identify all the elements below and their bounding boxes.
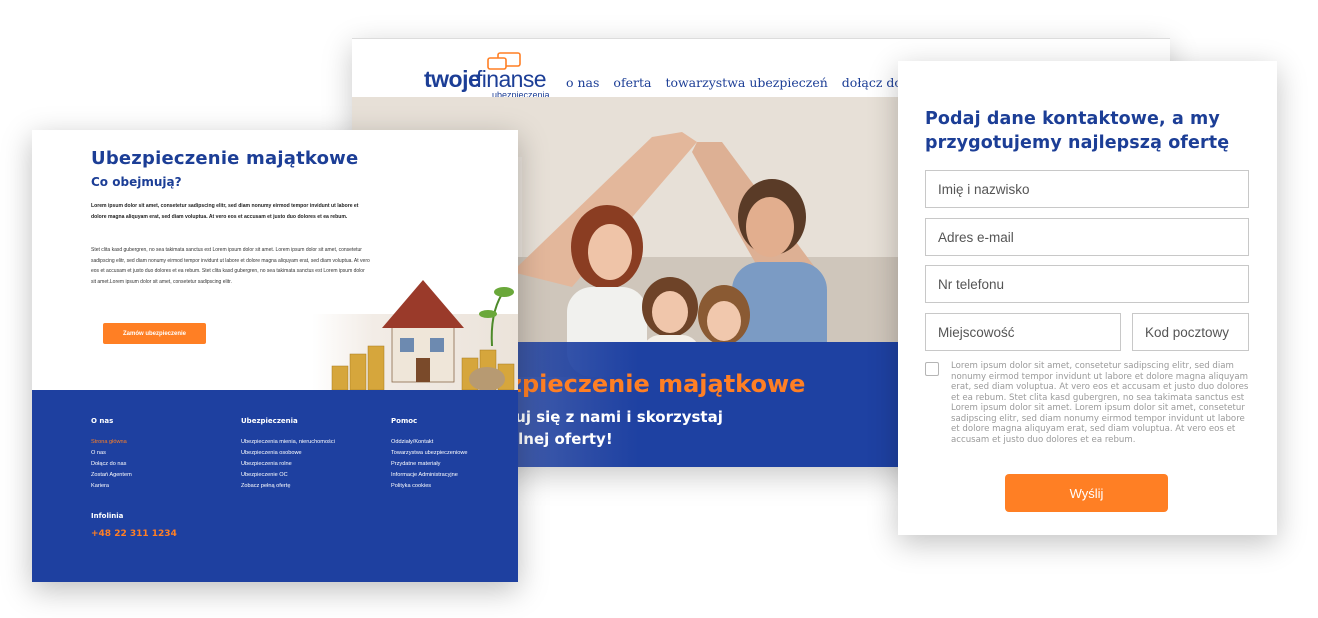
consent-checkbox[interactable] [925,362,939,376]
footer-link[interactable]: Oddziały/Kontakt [391,437,468,448]
order-insurance-button[interactable]: Zamów ubezpieczenie [103,323,206,344]
house-coins-illustration [312,280,518,390]
footer-heading: O nas [91,417,114,425]
form-title: Podaj dane kontaktowe, a my przygotujemy… [925,109,1230,153]
footer-column-ubezpieczenia: Ubezpieczenia Ubezpieczenia mienia, nier… [241,417,335,492]
nav-item-oferta[interactable]: oferta [613,75,651,90]
consent-text: Lorem ipsum dolor sit amet, consetetur s… [951,361,1249,445]
lead-paragraph: Lorem ipsum dolor sit amet, consetetur s… [91,203,359,220]
hotline-phone[interactable]: +48 22 311 1234 [91,529,177,539]
footer: O nas Strona główna O nas Dołącz do nas … [32,390,518,582]
submit-button[interactable]: Wyślij [1005,474,1168,512]
footer-link[interactable]: Strona główna [91,437,132,448]
contact-form-mockup: Podaj dane kontaktowe, a my przygotujemy… [898,61,1277,535]
logo-text-light: finanse [476,66,547,92]
city-input[interactable] [925,313,1121,351]
footer-link[interactable]: Towarzystwa ubezpieczeniowe [391,448,468,459]
logo-text-strong: twoje [424,66,481,92]
footer-column-o-nas: O nas Strona główna O nas Dołącz do nas … [91,417,132,492]
footer-link[interactable]: Ubezpieczenia rolne [241,459,335,470]
nav-item-towarzystwa[interactable]: towarzystwa ubezpieczeń [665,75,827,90]
hero-subtitle-line2: alnej oferty! [508,430,613,448]
footer-link[interactable]: Zobacz pełną ofertę [241,481,335,492]
footer-link[interactable]: Polityka cookies [391,481,468,492]
section-subtitle: Co obejmują? [91,175,182,189]
logo[interactable]: twoje finanse ubezpieczenia [424,51,554,100]
footer-heading: Pomoc [391,417,418,425]
footer-link[interactable]: Przydatne materiały [391,459,468,470]
hero-subtitle: tuj się z nami i skorzystaj alnej oferty… [508,406,723,450]
footer-link[interactable]: Zostań Agentem [91,470,132,481]
zip-code-input[interactable] [1132,313,1249,351]
footer-link[interactable]: Informacje Administracyjne [391,470,468,481]
footer-link[interactable]: Kariera [91,481,132,492]
footer-column-pomoc: Pomoc Oddziały/Kontakt Towarzystwa ubezp… [391,417,468,492]
hero-subtitle-line1: tuj się z nami i skorzystaj [508,408,723,426]
nav-item-o-nas[interactable]: o nas [566,75,599,90]
email-input[interactable] [925,218,1249,256]
footer-link[interactable]: Ubezpieczenia mienia, nieruchomości [241,437,335,448]
main-menu: o nas oferta towarzystwa ubezpieczeń doł… [566,75,928,90]
product-page-mockup: Ubezpieczenie majątkowe Co obejmują? Lor… [32,130,518,582]
hotline-label: Infolinia [91,512,124,520]
phone-input[interactable] [925,265,1249,303]
hero-title: zpieczenie majątkowe [508,370,806,398]
footer-link[interactable]: O nas [91,448,132,459]
footer-link[interactable]: Dołącz do nas [91,459,132,470]
name-input[interactable] [925,170,1249,208]
footer-heading: Ubezpieczenia [241,417,298,425]
page-title: Ubezpieczenie majątkowe [91,148,359,169]
footer-link[interactable]: Ubezpieczenie OC [241,470,335,481]
footer-link[interactable]: Ubezpieczenia osobowe [241,448,335,459]
